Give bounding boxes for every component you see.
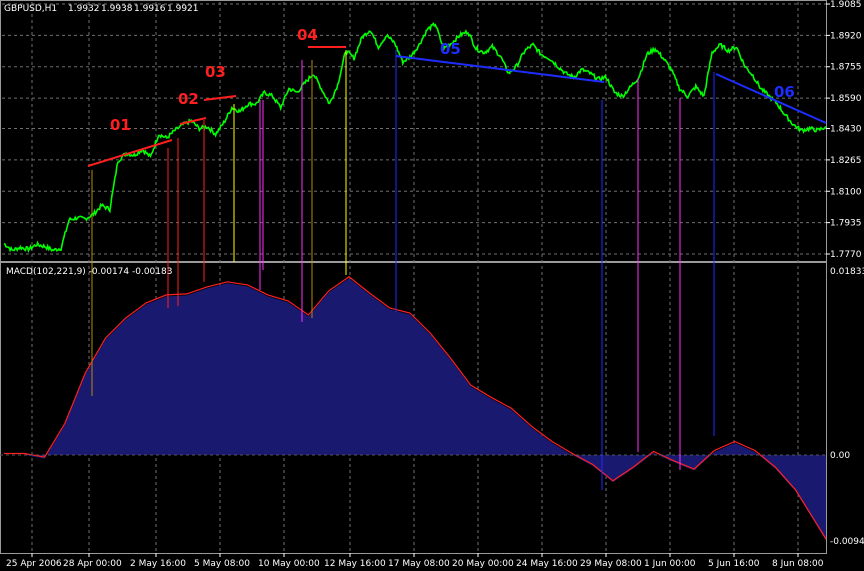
macd-axis-labels: 0.01833 0.00 -0.00946 — [830, 267, 864, 547]
macd-tick-label: 0.00 — [830, 451, 850, 461]
price-plot[interactable] — [3, 22, 827, 253]
time-tick-label: 10 May 00:00 — [258, 559, 320, 569]
wave-label-05: 05 — [440, 40, 461, 58]
quote-low: 1.9916 — [134, 4, 166, 14]
macd-plot[interactable] — [0, 276, 827, 541]
wave-label-02: 02 — [178, 90, 199, 108]
chart-canvas[interactable]: GBPUSD,H1 1.9932 1.9938 1.9916 1.9921 MA… — [0, 0, 864, 571]
quote-high: 1.9938 — [101, 4, 133, 14]
time-tick-label: 17 May 08:00 — [388, 559, 450, 569]
wave-label-06: 06 — [774, 83, 795, 101]
price-tick-label: 1.8920 — [830, 31, 862, 41]
time-tick-label: 25 Apr 2006 — [6, 559, 62, 569]
wave-label-04: 04 — [297, 26, 318, 44]
price-tick-label: 1.8100 — [830, 187, 862, 197]
time-tick-label: 5 May 08:00 — [194, 559, 250, 569]
wave-labels: 01 02 03 04 05 06 — [110, 26, 795, 134]
price-tick-label: 1.9085 — [830, 0, 862, 10]
macd-indicator-title: MACD(102,221,9) -0.00174 -0.00183 — [6, 267, 172, 277]
grid-lines — [0, 0, 827, 554]
wave-label-01: 01 — [110, 116, 131, 134]
trend-line-06 — [715, 73, 827, 124]
price-tick-label: 1.8265 — [830, 156, 862, 166]
trend-line-01 — [87, 139, 173, 167]
price-tick-label: 1.7935 — [830, 219, 862, 229]
price-tick-label: 1.7770 — [830, 250, 862, 260]
price-axis-labels: 1.9085 1.8920 1.8755 1.8590 1.8430 1.8265 1.81… — [826, 0, 862, 260]
time-tick-label: 28 Apr 00:00 — [63, 559, 122, 569]
time-tick-label: 2 May 16:00 — [130, 559, 186, 569]
trend-line-05 — [395, 55, 605, 83]
time-tick-label: 24 May 16:00 — [516, 559, 578, 569]
window-title: GBPUSD,H1 — [4, 4, 57, 14]
quote-open: 1.9932 — [68, 4, 100, 14]
wave-label-03: 03 — [205, 63, 226, 81]
time-axis-labels: 25 Apr 2006 28 Apr 00:00 2 May 16:00 5 May … — [6, 553, 824, 569]
price-tick-label: 1.8755 — [830, 63, 862, 73]
price-tick-label: 1.8590 — [830, 94, 862, 104]
macd-tick-label: -0.00946 — [830, 537, 864, 547]
time-tick-label: 29 May 08:00 — [580, 559, 642, 569]
time-tick-label: 8 Jun 08:00 — [772, 559, 824, 569]
time-tick-label: 12 May 16:00 — [324, 559, 386, 569]
price-tick-label: 1.8430 — [830, 125, 862, 135]
quote-close: 1.9921 — [167, 4, 199, 14]
time-tick-label: 20 May 00:00 — [452, 559, 514, 569]
time-tick-label: 5 Jun 16:00 — [708, 559, 760, 569]
time-tick-label: 1 Jun 00:00 — [644, 559, 696, 569]
macd-tick-label: 0.01833 — [830, 267, 864, 277]
